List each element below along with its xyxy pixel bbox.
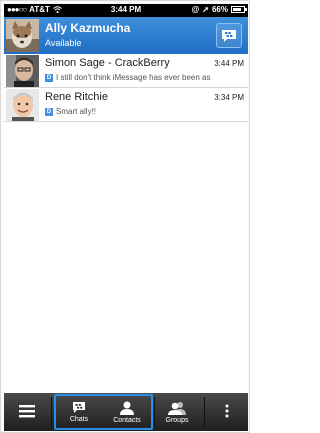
avatar[interactable] [6,19,39,52]
chat-timestamp: 3:44 PM [214,59,244,68]
profile-header[interactable]: Ally Kazmucha Available [4,17,248,54]
overflow-menu-button[interactable] [210,393,244,431]
tab-divider [51,397,52,427]
phone-screen: ●●●○○ AT&T 3:44 PM @ ➚ 66% Ally Kazmucha… [4,4,248,431]
bbm-chat-icon [222,29,236,42]
chat-timestamp: 3:34 PM [214,93,244,102]
status-right: @ ➚ 66% [191,5,247,14]
chat-preview: D I still don't think iMessage has ever … [45,73,241,82]
chat-preview-text: I still don't think iMessage has ever be… [56,73,211,82]
groups-icon [168,401,186,415]
chat-preview: D Smart ally!! [45,107,241,116]
bottom-tab-bar: Chats Contacts Groups [4,393,248,431]
chat-item-simon-sage[interactable]: Simon Sage - CrackBerry 3:44 PM D I stil… [4,54,248,88]
chat-list: Simon Sage - CrackBerry 3:44 PM D I stil… [4,54,248,122]
profile-name: Ally Kazmucha [45,21,131,35]
battery-fill [233,8,241,11]
status-bar: ●●●○○ AT&T 3:44 PM @ ➚ 66% [4,4,248,17]
menu-button[interactable] [10,393,44,431]
more-vertical-icon [225,404,229,418]
orientation-lock-icon: @ [191,5,200,14]
location-icon: ➚ [202,5,209,14]
chat-contact-name: Rene Ritchie [45,91,108,103]
delivered-icon: D [45,73,53,82]
battery-percent: 66% [211,5,228,14]
avatar [6,55,39,87]
tab-divider [204,397,205,427]
start-chat-button[interactable] [216,23,242,48]
tab-groups[interactable]: Groups [154,393,200,431]
tab-groups-label: Groups [165,416,189,424]
battery-icon [231,6,247,13]
avatar [6,89,39,121]
profile-status: Available [45,38,82,48]
delivered-icon: D [45,107,53,116]
chat-contact-name: Simon Sage - CrackBerry [45,57,170,69]
chat-item-rene-ritchie[interactable]: Rene Ritchie 3:34 PM D Smart ally!! [4,88,248,122]
menu-icon [19,405,35,418]
screenshot-frame: ●●●○○ AT&T 3:44 PM @ ➚ 66% Ally Kazmucha… [0,0,250,433]
tab-highlight-outline [54,394,153,430]
chat-preview-text: Smart ally!! [56,107,97,116]
